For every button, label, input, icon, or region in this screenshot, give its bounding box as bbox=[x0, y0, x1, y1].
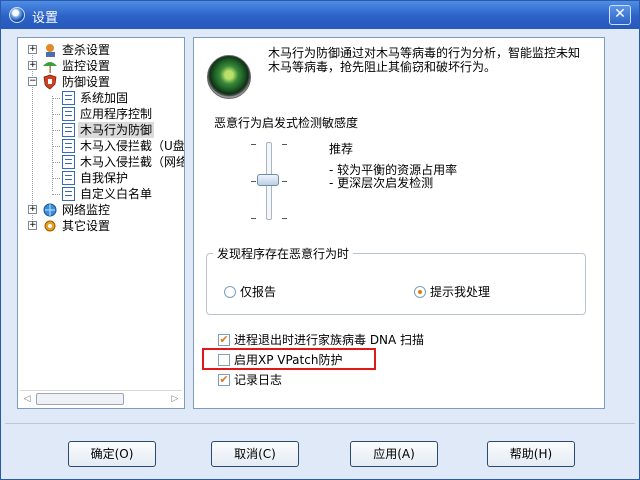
slider-tick bbox=[282, 144, 287, 145]
tree-connector bbox=[52, 98, 60, 99]
tree-item-label: 系统加固 bbox=[80, 91, 129, 105]
tree-connector bbox=[52, 194, 60, 195]
feature-description: 木马行为防御通过对木马等病毒的行为分析，智能监控未知木马等病毒，抢先阻止其偷窃和… bbox=[268, 46, 581, 74]
expand-plus-icon[interactable]: + bbox=[28, 205, 37, 214]
tree-item-other-settings[interactable]: + 其它设置 bbox=[18, 218, 184, 234]
sensitivity-level-description: - 较为平衡的资源占用率 - 更深层次启发检测 bbox=[329, 163, 458, 190]
dialog-button-bar: 确定(O) 取消(C) 应用(A) 帮助(H) bbox=[5, 423, 635, 477]
slider-tick bbox=[251, 144, 256, 145]
tree-connector bbox=[52, 146, 60, 147]
expand-plus-icon[interactable]: + bbox=[28, 61, 37, 70]
slider-tick bbox=[251, 218, 256, 219]
close-button[interactable]: ✕ bbox=[609, 5, 631, 25]
title-bar[interactable]: 设置 ✕ bbox=[1, 1, 639, 29]
tree-item-trojan-behavior[interactable]: 木马行为防御 bbox=[18, 122, 184, 138]
tree-item-label: 查杀设置 bbox=[62, 43, 111, 57]
scan-icon bbox=[42, 42, 58, 58]
document-icon bbox=[62, 139, 75, 153]
sensitivity-slider-thumb[interactable] bbox=[257, 174, 279, 186]
tree-item-label: 应用程序控制 bbox=[80, 107, 153, 121]
tree-item-label: 网络监控 bbox=[62, 203, 111, 217]
tree-horizontal-scrollbar[interactable]: ◁ ▷ bbox=[20, 390, 182, 406]
tree-item-custom-whitelist[interactable]: 自定义白名单 bbox=[18, 186, 184, 202]
tree-item-label: 监控设置 bbox=[62, 59, 111, 73]
dialog-body: + 查杀设置 + 监控设置 − 防御设置 系统加固 应用程序控制 木马行为防御 … bbox=[5, 31, 635, 477]
defense-shield-icon bbox=[42, 74, 58, 90]
ok-button[interactable]: 确定(O) bbox=[68, 441, 156, 467]
expand-plus-icon[interactable]: + bbox=[28, 221, 37, 230]
document-icon bbox=[62, 155, 75, 169]
slider-tick bbox=[251, 181, 256, 182]
app-shield-icon bbox=[9, 7, 25, 23]
settings-window: 设置 ✕ + 查杀设置 + 监控设置 − 防御设置 系统加固 应用程序控制 木马… bbox=[0, 0, 640, 480]
tree-connector bbox=[52, 178, 60, 179]
tree-connector bbox=[52, 114, 60, 115]
tree-item-monitor-settings[interactable]: + 监控设置 bbox=[18, 58, 184, 74]
radar-shield-icon bbox=[207, 55, 251, 99]
radio-prompt-me-label: 提示我处理 bbox=[430, 285, 491, 299]
expand-plus-icon[interactable]: + bbox=[28, 45, 37, 54]
tree-item-app-control[interactable]: 应用程序控制 bbox=[18, 106, 184, 122]
action-groupbox: 发现程序存在恶意行为时 bbox=[206, 245, 586, 315]
settings-panel: 木马行为防御通过对木马等病毒的行为分析，智能监控未知木马等病毒，抢先阻止其偷窃和… bbox=[193, 37, 605, 409]
document-icon bbox=[62, 171, 75, 185]
settings-gear-icon bbox=[42, 218, 58, 234]
tree-item-scan-settings[interactable]: + 查杀设置 bbox=[18, 42, 184, 58]
tree-connector bbox=[52, 162, 60, 163]
tree-item-network-intrusion[interactable]: 木马入侵拦截（网络 bbox=[18, 154, 184, 170]
tree-item-label: 木马入侵拦截（U盘 bbox=[80, 139, 184, 153]
network-globe-icon bbox=[42, 202, 58, 218]
settings-tree: + 查杀设置 + 监控设置 − 防御设置 系统加固 应用程序控制 木马行为防御 … bbox=[17, 37, 185, 409]
document-icon bbox=[62, 91, 75, 105]
tree-item-label: 防御设置 bbox=[62, 75, 111, 89]
help-button[interactable]: 帮助(H) bbox=[487, 441, 575, 467]
tree-item-label: 自我保护 bbox=[80, 171, 129, 185]
scroll-thumb[interactable] bbox=[36, 393, 124, 405]
document-icon bbox=[62, 187, 75, 201]
divider bbox=[5, 423, 635, 424]
tree-item-label: 木马入侵拦截（网络 bbox=[80, 155, 184, 169]
tree-item-system-hardening[interactable]: 系统加固 bbox=[18, 90, 184, 106]
tree-item-usb-intrusion[interactable]: 木马入侵拦截（U盘 bbox=[18, 138, 184, 154]
apply-button[interactable]: 应用(A) bbox=[350, 441, 438, 467]
tree-connector bbox=[52, 130, 60, 131]
radio-prompt-me-button[interactable] bbox=[414, 286, 426, 298]
slider-tick bbox=[282, 181, 287, 182]
tree-item-self-protection[interactable]: 自我保护 bbox=[18, 170, 184, 186]
xp-vpatch-highlight-box bbox=[202, 348, 376, 370]
cancel-button[interactable]: 取消(C) bbox=[211, 441, 299, 467]
tree-item-defense-settings[interactable]: − 防御设置 bbox=[18, 74, 184, 90]
document-icon bbox=[62, 123, 75, 137]
checkbox-dna-scan[interactable]: ✔ bbox=[218, 334, 230, 346]
checkbox-dna-scan-label: 进程退出时进行家族病毒 DNA 扫描 bbox=[234, 333, 425, 347]
tree-item-network-monitor[interactable]: + 网络监控 bbox=[18, 202, 184, 218]
collapse-minus-icon[interactable]: − bbox=[28, 77, 37, 86]
monitor-umbrella-icon bbox=[42, 58, 58, 74]
tree-item-label: 自定义白名单 bbox=[80, 187, 153, 201]
checkbox-log[interactable]: ✔ bbox=[218, 374, 230, 386]
sensitivity-level-label: 推荐 bbox=[329, 142, 354, 156]
radio-report-only-button[interactable] bbox=[224, 286, 236, 298]
sensitivity-title: 恶意行为启发式检测敏感度 bbox=[214, 116, 359, 130]
scroll-right-icon[interactable]: ▷ bbox=[168, 393, 182, 405]
tree-item-label: 其它设置 bbox=[62, 219, 111, 233]
window-title: 设置 bbox=[32, 11, 59, 26]
tree-item-label-selected: 木马行为防御 bbox=[78, 122, 155, 138]
slider-tick bbox=[282, 218, 287, 219]
scroll-left-icon[interactable]: ◁ bbox=[20, 393, 34, 405]
document-icon bbox=[62, 107, 75, 121]
checkbox-log-label: 记录日志 bbox=[234, 373, 283, 387]
action-group-title: 发现程序存在恶意行为时 bbox=[217, 247, 350, 261]
radio-report-only-label: 仅报告 bbox=[240, 285, 277, 299]
